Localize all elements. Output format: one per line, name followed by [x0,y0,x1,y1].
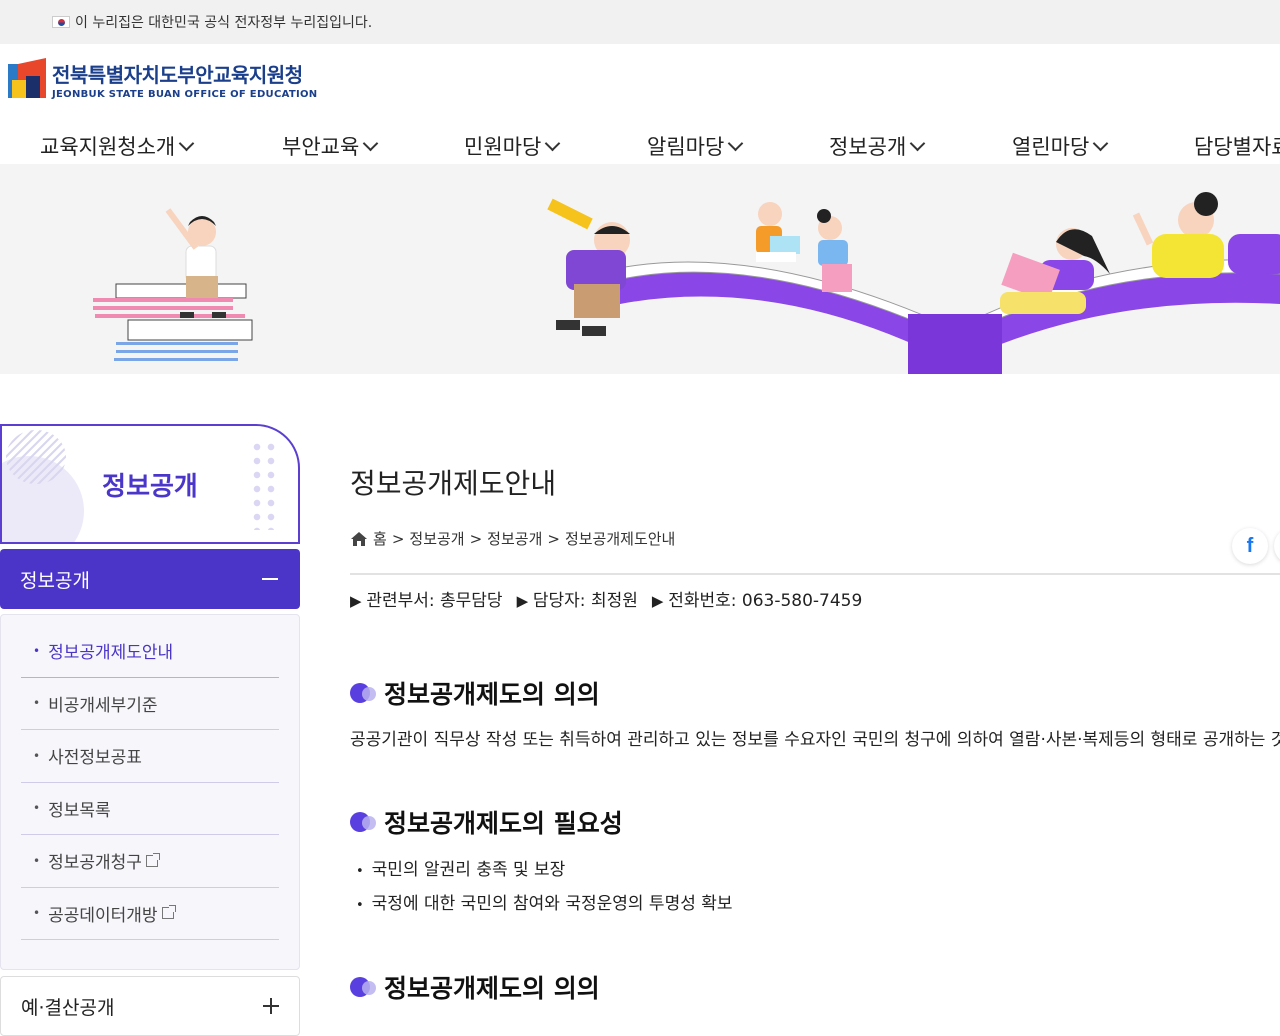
section-heading: 정보공개제도의 필요성 [350,804,623,840]
nav-item-data[interactable]: 담당별자료 [1194,128,1280,164]
logo-name-en: JEONBUK STATE BUAN OFFICE OF EDUCATION [52,88,318,100]
external-link-icon [145,852,160,867]
section-heading-text: 정보공개제도의 필요성 [384,809,623,838]
nav-label: 정보공개 [829,135,907,159]
section-bullet-icon [350,810,378,834]
banner-illustration [93,192,1280,374]
section-heading-text: 정보공개제도의 의의 [384,974,600,1003]
sidebar-item-label: 정보공개제도안내 [48,643,174,664]
sidebar-item-label: 공공데이터개방 [48,905,158,926]
sidebar-item-disclosure-request[interactable]: 정보공개청구 [21,835,279,888]
contact-phone: 전화번호: 063-580-7459 [652,586,862,611]
sidebar-menu-label: 정보공개 [20,569,90,592]
external-link-icon [161,905,176,920]
nav-item-info[interactable]: 정보공개 [829,128,926,164]
section-heading: 정보공개제도의 의의 [350,675,600,711]
section-paragraph: 공공기관이 직무상 작성 또는 취득하여 관리하고 있는 정보를 수요자인 국민… [350,730,1280,750]
nav-item-buan-edu[interactable]: 부안교육 [282,128,379,164]
chevron-down-icon [545,135,561,151]
nav-item-open[interactable]: 열린마당 [1012,128,1109,164]
nav-label: 민원마당 [464,135,542,159]
breadcrumb-current: 정보공개제도안내 [564,530,676,548]
page-title: 정보공개제도안내 [350,467,557,500]
main-nav: 교육지원청소개 부안교육 민원마당 알림마당 정보공개 열린마당 담당별자료 [0,128,1280,164]
sidebar-submenu: 정보공개제도안내 비공개세부기준 사전정보공표 정보목록 정보공개청구 공공데이… [0,614,300,970]
chevron-down-icon [363,135,379,151]
nav-label: 부안교육 [282,135,360,159]
section-heading: 정보공개제도의 의의 [350,969,600,1005]
sidebar-item-label: 비공개세부기준 [48,695,158,716]
section-bullet-icon [350,975,378,999]
nav-item-civil[interactable]: 민원마당 [464,128,561,164]
nav-item-notice[interactable]: 알림마당 [647,128,744,164]
list-item: 국정에 대한 국민의 참여와 국정운영의 투명성 확보 [356,889,733,914]
sidebar-title-box: 정보공개 [0,424,300,544]
section-heading-text: 정보공개제도의 의의 [384,680,600,709]
hero-banner [0,164,1280,374]
contact-person: 담당자: 최정원 [517,586,638,611]
section-bullet-icon [350,681,378,705]
home-icon[interactable] [350,531,368,547]
contact-dept: 관련부서: 총무담당 [350,586,502,611]
breadcrumb-separator: > [391,529,405,548]
nav-label: 담당별자료 [1194,135,1280,159]
chevron-down-icon [910,135,926,151]
sidebar-item-label: 사전정보공표 [48,748,142,769]
list-item: 국민의 알권리 충족 및 보장 [356,855,566,880]
logo-mark-icon [8,58,46,100]
site-header: 전북특별자치도부안교육지원청 JEONBUK STATE BUAN OFFICE… [0,44,1280,164]
chevron-down-icon [178,135,195,151]
divider [350,573,1280,575]
gov-banner: 이 누리집은 대한민국 공식 전자정부 누리집입니다. [0,0,1280,44]
nav-item-about[interactable]: 교육지원청소개 [40,128,195,164]
breadcrumb-item[interactable]: 정보공개 [487,528,542,549]
nav-label: 열린마당 [1012,135,1090,159]
logo-name-ko: 전북특별자치도부안교육지원청 [52,62,303,87]
sidebar-item-label: 정보공개청구 [48,853,142,874]
breadcrumb-separator: > [547,529,560,548]
gov-banner-text: 이 누리집은 대한민국 공식 전자정부 누리집입니다. [75,15,373,31]
minus-icon [262,578,278,580]
nav-label: 알림마당 [647,135,725,159]
sidebar-item-label: 정보목록 [48,800,111,821]
breadcrumb: 홈 > 정보공개 > 정보공개 > 정보공개제도안내 [350,528,675,549]
breadcrumb-home[interactable]: 홈 [373,528,387,549]
plus-icon [263,998,279,1014]
sidebar-item-info-list[interactable]: 정보목록 [21,783,279,835]
site-logo[interactable]: 전북특별자치도부안교육지원청 JEONBUK STATE BUAN OFFICE… [8,58,317,100]
share-button[interactable] [1274,528,1280,564]
nav-label: 교육지원청소개 [40,135,176,159]
sidebar-menu-label: 예·결산공개 [21,996,115,1019]
sidebar-menu-budget[interactable]: 예·결산공개 [0,976,300,1036]
sidebar-menu-info-public[interactable]: 정보공개 [0,549,300,609]
chevron-down-icon [1093,135,1109,151]
sidebar-item-system-guide[interactable]: 정보공개제도안내 [21,625,279,678]
breadcrumb-item[interactable]: 정보공개 [409,528,464,549]
breadcrumb-separator: > [469,529,483,548]
chevron-down-icon [728,135,744,151]
facebook-share-icon[interactable]: f [1232,528,1268,564]
sidebar-item-public-data[interactable]: 공공데이터개방 [21,888,279,940]
sidebar-item-nondisclosure-criteria[interactable]: 비공개세부기준 [21,678,279,730]
sidebar-item-pre-disclosure[interactable]: 사전정보공표 [21,730,279,783]
korea-flag-icon [52,16,70,28]
sidebar-title: 정보공개 [102,471,198,502]
contact-info: 관련부서: 총무담당 담당자: 최정원 전화번호: 063-580-7459 [350,586,862,611]
